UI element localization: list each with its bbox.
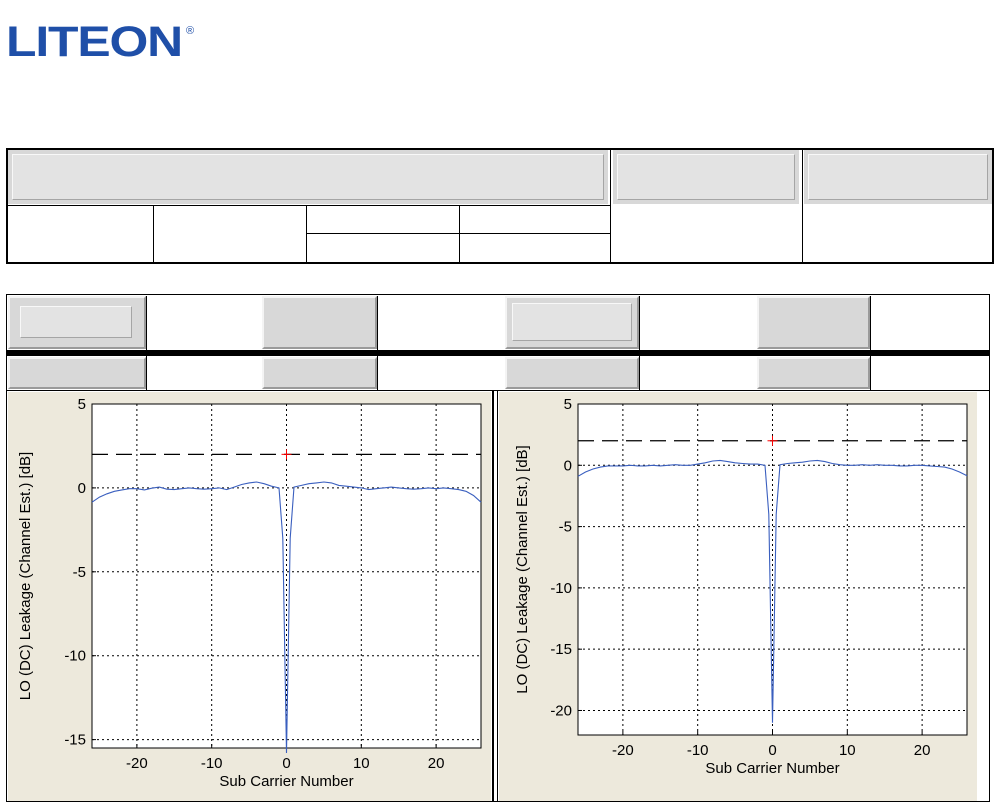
- info-header-inner: [617, 154, 795, 200]
- y-tick-label: -15: [64, 732, 86, 749]
- chart-panel-right: -20 -10 0 10 20 5 0 -5 -10 -15 -20 Sub Carrier Numb…: [499, 392, 977, 801]
- x-tick-label: 10: [839, 742, 856, 759]
- param-label-cell: [262, 296, 377, 349]
- divider: [146, 296, 147, 390]
- lo-leakage-chart-right: -20 -10 0 10 20 5 0 -5 -10 -15 -20 Sub Carrier Numb…: [514, 396, 968, 777]
- info-header-inner: [12, 154, 604, 200]
- info-header-inner: [808, 154, 988, 200]
- x-axis-label: Sub Carrier Number: [705, 760, 839, 777]
- lo-leakage-chart-left: -20 -10 0 10 20 5 0 -5 -10 -15 Sub Carrier Number L…: [17, 396, 482, 790]
- liteon-logo: LITEON ®: [6, 18, 194, 66]
- x-tick-label: 20: [914, 742, 931, 759]
- x-tick-label: 0: [768, 742, 776, 759]
- registered-mark: ®: [186, 25, 194, 37]
- y-tick-label: -10: [64, 648, 86, 665]
- param-label-cell: [505, 357, 639, 389]
- divider: [610, 150, 611, 262]
- y-tick-label: 5: [78, 396, 86, 413]
- divider: [497, 391, 498, 801]
- param-label-cell: [8, 357, 146, 389]
- x-tick-label: 20: [428, 755, 445, 772]
- y-axis-label: LO (DC) Leakage (Channel Est.) [dB]: [17, 452, 34, 700]
- x-tick-label: 0: [282, 755, 290, 772]
- thick-divider: [7, 350, 989, 356]
- divider: [8, 205, 610, 206]
- y-tick-label: 0: [78, 480, 86, 497]
- x-tick-label: -20: [126, 755, 148, 772]
- y-axis-label: LO (DC) Leakage (Channel Est.) [dB]: [514, 445, 531, 693]
- y-tick-label: -5: [559, 519, 572, 536]
- divider: [306, 206, 307, 262]
- y-tick-label: -5: [73, 564, 86, 581]
- x-tick-label: 10: [353, 755, 370, 772]
- divider: [153, 206, 154, 262]
- param-label-inner: [512, 303, 632, 341]
- divider: [7, 390, 989, 391]
- param-label-inner: [20, 306, 132, 338]
- x-tick-label: -20: [612, 742, 634, 759]
- y-tick-label: 5: [564, 396, 572, 413]
- divider: [377, 296, 378, 390]
- chart-panel-left: -20 -10 0 10 20 5 0 -5 -10 -15 Sub Carrier Number L…: [8, 392, 491, 801]
- param-label-cell: [262, 357, 377, 389]
- x-tick-label: -10: [201, 755, 223, 772]
- logo-text: LITEON: [6, 18, 182, 66]
- y-tick-label: 0: [564, 457, 572, 474]
- divider: [459, 206, 460, 262]
- param-label-cell: [757, 357, 870, 389]
- y-tick-label: -15: [550, 641, 572, 658]
- divider: [802, 150, 803, 262]
- x-tick-label: -10: [687, 742, 709, 759]
- y-tick-label: -20: [550, 702, 572, 719]
- x-axis-label: Sub Carrier Number: [219, 773, 353, 790]
- y-tick-label: -10: [550, 580, 572, 597]
- divider: [870, 296, 871, 390]
- divider: [306, 233, 610, 234]
- divider: [639, 296, 640, 390]
- divider: [492, 391, 494, 801]
- param-label-cell: [757, 296, 870, 349]
